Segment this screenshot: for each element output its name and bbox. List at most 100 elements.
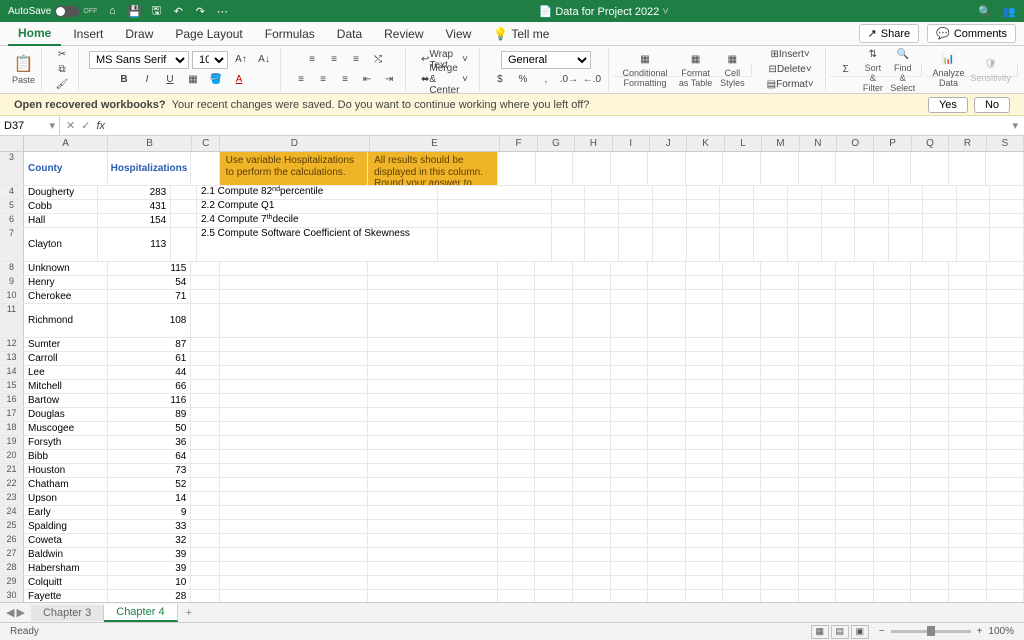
cell-S25[interactable]	[987, 520, 1024, 533]
cell-O28[interactable]	[836, 562, 874, 575]
cell-J27[interactable]	[648, 548, 686, 561]
cell-S7[interactable]	[990, 228, 1024, 261]
merge-center-button[interactable]: ⬌ Merge & Center ˅	[416, 71, 473, 89]
cell-N22[interactable]	[799, 478, 837, 491]
cell-D10[interactable]	[220, 290, 368, 303]
align-left-icon[interactable]: ≡	[291, 71, 311, 89]
cell-G10[interactable]	[535, 290, 573, 303]
cell-I26[interactable]	[611, 534, 649, 547]
cell-A9[interactable]: Henry	[24, 276, 108, 289]
cell-G7[interactable]	[585, 228, 619, 261]
cell-R25[interactable]	[949, 520, 987, 533]
row-header[interactable]: 29	[0, 576, 24, 589]
format-cells-button[interactable]: ▤ Format ˅	[762, 78, 819, 91]
cell-F9[interactable]	[498, 276, 536, 289]
font-name-select[interactable]: MS Sans Serif	[89, 51, 189, 69]
cell-J3[interactable]	[648, 152, 686, 185]
cell-J29[interactable]	[648, 576, 686, 589]
cell-M25[interactable]	[761, 520, 799, 533]
cell-D16[interactable]	[220, 394, 368, 407]
cell-Q9[interactable]	[911, 276, 949, 289]
row-header[interactable]: 9	[0, 276, 24, 289]
redo-icon[interactable]: ↷	[193, 4, 207, 18]
cell-H30[interactable]	[573, 590, 611, 602]
row-header[interactable]: 23	[0, 492, 24, 505]
cell-L12[interactable]	[723, 338, 761, 351]
cell-J4[interactable]	[687, 186, 721, 199]
cell-A13[interactable]: Carroll	[24, 352, 108, 365]
cell-J8[interactable]	[648, 262, 686, 275]
cell-P25[interactable]	[874, 520, 912, 533]
cell-A22[interactable]: Chatham	[24, 478, 108, 491]
cell-R5[interactable]	[957, 200, 991, 213]
cell-L25[interactable]	[723, 520, 761, 533]
cell-D21[interactable]	[220, 464, 368, 477]
cell-N23[interactable]	[799, 492, 837, 505]
cell-G29[interactable]	[535, 576, 573, 589]
cell-K10[interactable]	[686, 290, 724, 303]
cell-N12[interactable]	[799, 338, 837, 351]
cell-E21[interactable]	[368, 464, 498, 477]
cell-M17[interactable]	[761, 408, 799, 421]
cell-S4[interactable]	[990, 186, 1024, 199]
cell-Q24[interactable]	[911, 506, 949, 519]
cell-G19[interactable]	[535, 436, 573, 449]
cell-A21[interactable]: Houston	[24, 464, 108, 477]
cell-F26[interactable]	[498, 534, 536, 547]
cell-I8[interactable]	[611, 262, 649, 275]
cell-L21[interactable]	[723, 464, 761, 477]
cell-D20[interactable]	[220, 450, 368, 463]
cell-E3[interactable]: All results should be displayed in this …	[368, 152, 498, 185]
cell-I13[interactable]	[611, 352, 649, 365]
cell-A18[interactable]: Muscogee	[24, 422, 108, 435]
cell-N14[interactable]	[799, 366, 837, 379]
cell-S9[interactable]	[987, 276, 1024, 289]
row-header[interactable]: 30	[0, 590, 24, 602]
cell-R20[interactable]	[949, 450, 987, 463]
cell-L6[interactable]	[754, 214, 788, 227]
fill-color-button[interactable]: 🪣	[206, 71, 226, 89]
cell-G6[interactable]	[585, 214, 619, 227]
cell-J10[interactable]	[648, 290, 686, 303]
cell-F14[interactable]	[498, 366, 536, 379]
cell-C28[interactable]	[191, 562, 219, 575]
cell-K17[interactable]	[686, 408, 724, 421]
cell-A30[interactable]: Fayette	[24, 590, 108, 602]
cell-N6[interactable]	[822, 214, 856, 227]
cell-M8[interactable]	[761, 262, 799, 275]
cell-S8[interactable]	[987, 262, 1024, 275]
cell-S6[interactable]	[990, 214, 1024, 227]
column-headers[interactable]: ABCDEFGHIJKLMNOPQRS	[0, 136, 1024, 152]
cell-I21[interactable]	[611, 464, 649, 477]
cell-M10[interactable]	[761, 290, 799, 303]
cell-L15[interactable]	[723, 380, 761, 393]
cell-H3[interactable]	[573, 152, 611, 185]
cell-O26[interactable]	[836, 534, 874, 547]
cell-K20[interactable]	[686, 450, 724, 463]
cell-M15[interactable]	[761, 380, 799, 393]
cell-Q18[interactable]	[911, 422, 949, 435]
autosum-icon[interactable]: Σ	[836, 60, 856, 78]
col-header-A[interactable]: A	[24, 136, 108, 151]
cell-Q13[interactable]	[911, 352, 949, 365]
cell-styles-button[interactable]: ▦	[722, 50, 742, 68]
cell-J22[interactable]	[648, 478, 686, 491]
cell-R27[interactable]	[949, 548, 987, 561]
cell-P22[interactable]	[874, 478, 912, 491]
number-format-select[interactable]: General	[501, 51, 591, 69]
cell-P20[interactable]	[874, 450, 912, 463]
cell-K16[interactable]	[686, 394, 724, 407]
cell-D28[interactable]	[220, 562, 368, 575]
align-middle-icon[interactable]: ≡	[324, 51, 344, 69]
cell-P28[interactable]	[874, 562, 912, 575]
cell-K26[interactable]	[686, 534, 724, 547]
cell-B30[interactable]: 28	[108, 590, 192, 602]
cell-F19[interactable]	[498, 436, 536, 449]
cell-K13[interactable]	[686, 352, 724, 365]
cell-H23[interactable]	[573, 492, 611, 505]
cell-O23[interactable]	[836, 492, 874, 505]
cell-C25[interactable]	[191, 520, 219, 533]
cell-K28[interactable]	[686, 562, 724, 575]
cell-L10[interactable]	[723, 290, 761, 303]
cell-S17[interactable]	[987, 408, 1024, 421]
